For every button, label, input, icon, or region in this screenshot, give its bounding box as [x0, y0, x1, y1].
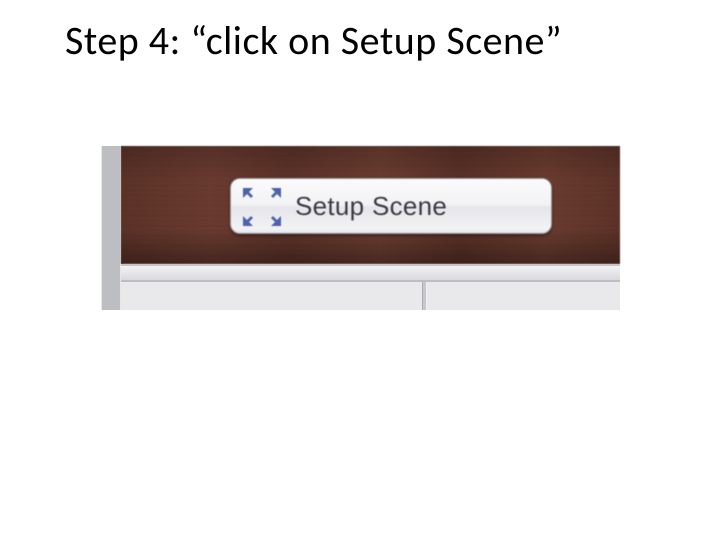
panel-chrome-area: [121, 264, 620, 310]
expand-arrows-icon: [241, 186, 281, 226]
panel-left-edge: [101, 146, 123, 310]
scene-background: Setup Scene: [121, 146, 620, 264]
panel-divider: [423, 282, 426, 310]
slide: Step 4: “click on Setup Scene”: [0, 0, 720, 540]
setup-scene-button-label: Setup Scene: [295, 191, 447, 222]
embedded-screenshot: Setup Scene: [101, 146, 620, 310]
setup-scene-button[interactable]: Setup Scene: [230, 178, 552, 234]
panel-toolbar-strip: [121, 264, 620, 282]
slide-title: Step 4: “click on Setup Scene”: [65, 16, 562, 65]
